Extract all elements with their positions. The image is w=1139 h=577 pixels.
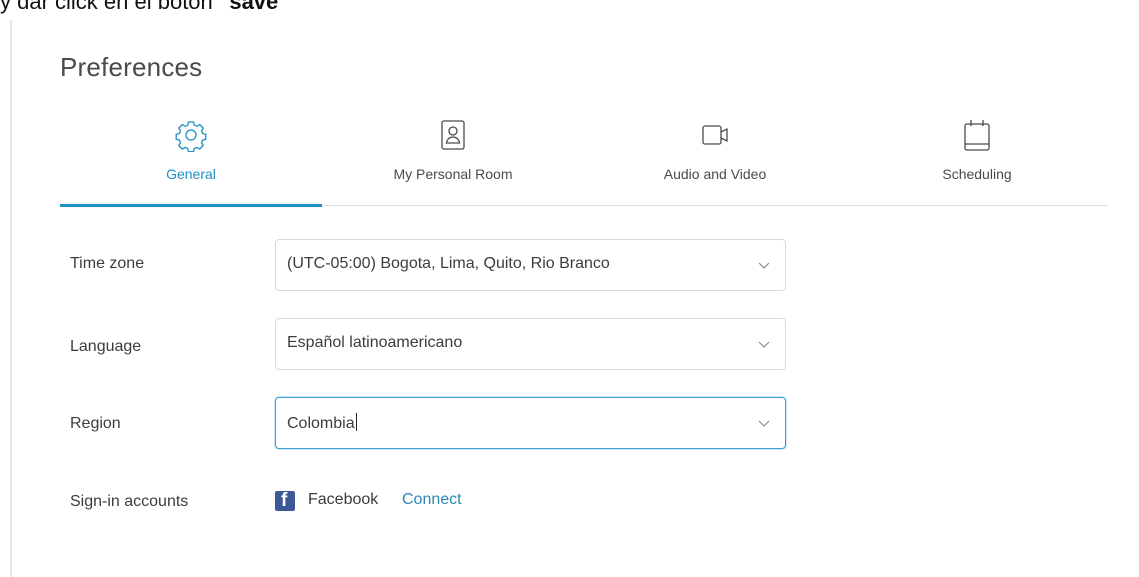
gear-icon <box>175 121 207 152</box>
instruction-bold: "save" <box>218 0 289 14</box>
tab-general-label: General <box>166 166 216 182</box>
language-value: Español latinoamericano <box>287 334 463 351</box>
tab-audio-and-video[interactable]: Audio and Video <box>584 110 846 202</box>
instruction-prefix: y dar click en el botón <box>0 0 213 14</box>
preferences-tabs: General My Personal Room Audio and Video <box>60 110 1108 206</box>
text-cursor <box>355 413 357 431</box>
tab-scheduling[interactable]: Scheduling <box>846 110 1108 202</box>
video-camera-icon <box>702 125 728 145</box>
tab-general[interactable]: General <box>60 110 322 202</box>
time-zone-row: Time zone (UTC-05:00) Bogota, Lima, Quit… <box>70 239 790 293</box>
chevron-down-icon <box>758 341 770 348</box>
sign-in-accounts-label: Sign-in accounts <box>70 493 189 510</box>
language-row: Language Español latinoamericano <box>70 318 790 372</box>
region-label: Region <box>70 415 121 432</box>
tab-audio-and-video-label: Audio and Video <box>663 166 767 182</box>
chevron-down-icon <box>758 262 770 269</box>
facebook-label: Facebook <box>308 491 379 508</box>
time-zone-label: Time zone <box>70 255 145 272</box>
person-card-icon <box>441 120 465 150</box>
panel-left-border <box>10 20 12 577</box>
calendar-icon <box>964 120 990 151</box>
facebook-icon: f <box>275 490 295 511</box>
language-label: Language <box>70 338 142 355</box>
facebook-connect-link[interactable]: Connect <box>402 491 462 509</box>
chevron-down-icon <box>758 420 770 427</box>
region-select[interactable]: Colombia <box>275 397 786 449</box>
region-value: Colombia <box>287 413 357 433</box>
page-title: Preferences <box>60 52 203 82</box>
time-zone-select[interactable]: (UTC-05:00) Bogota, Lima, Quito, Rio Bra… <box>275 239 786 291</box>
tab-my-personal-room[interactable]: My Personal Room <box>322 110 584 202</box>
active-tab-indicator <box>60 204 322 207</box>
language-select[interactable]: Español latinoamericano <box>275 318 786 370</box>
tab-my-personal-room-label: My Personal Room <box>393 166 513 182</box>
time-zone-value: (UTC-05:00) Bogota, Lima, Quito, Rio Bra… <box>287 255 610 272</box>
instruction-text: y dar click en el botón "save" <box>0 0 289 15</box>
region-value-text: Colombia <box>287 415 355 432</box>
tab-scheduling-label: Scheduling <box>942 166 1012 182</box>
region-row: Region Colombia <box>70 397 790 451</box>
sign-in-accounts-row: Sign-in accounts f Facebook Connect <box>70 488 790 518</box>
